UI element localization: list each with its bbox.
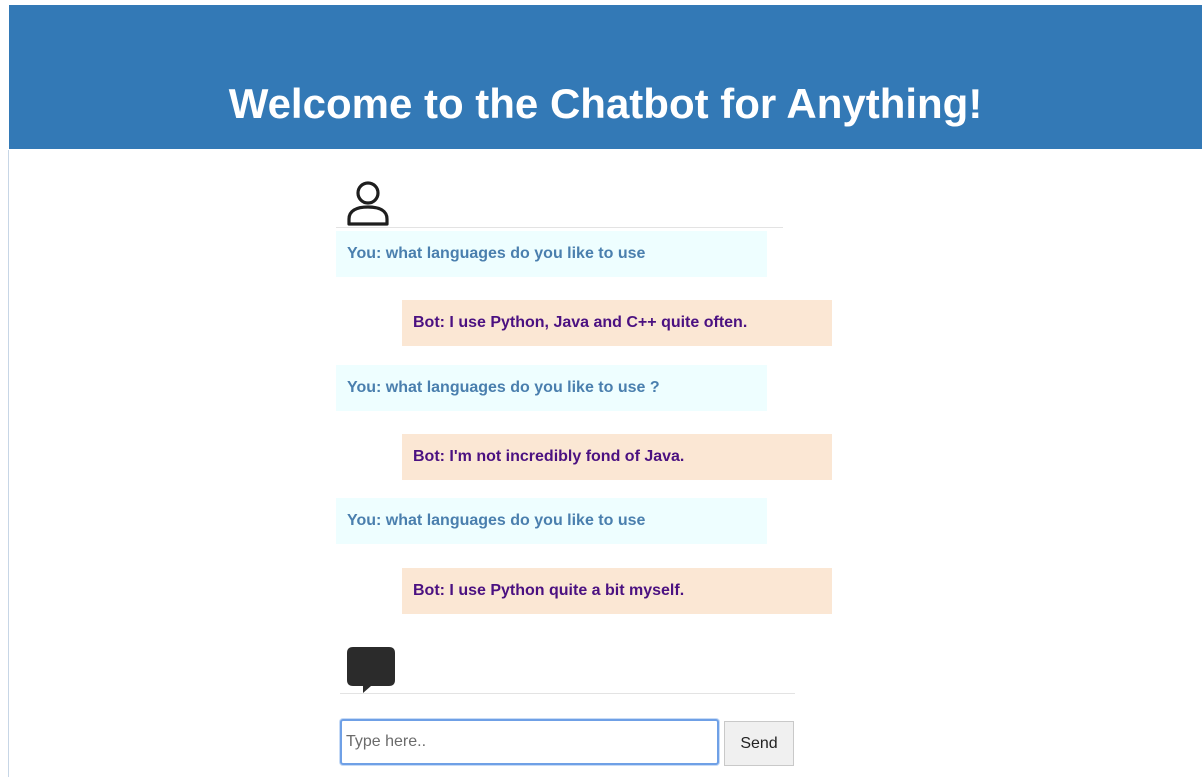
- page: Welcome to the Chatbot for Anything! You…: [0, 0, 1202, 777]
- divider-top: [336, 227, 783, 228]
- user-message: You: what languages do you like to use: [336, 231, 767, 277]
- message-text: Bot: I use Python quite a bit myself.: [413, 582, 685, 599]
- message-text: You: what languages do you like to use ?: [347, 379, 660, 396]
- message-text: Bot: I use Python, Java and C++ quite of…: [413, 314, 748, 331]
- send-button[interactable]: Send: [724, 721, 794, 766]
- message-text: You: what languages do you like to use: [347, 512, 646, 529]
- bot-message: Bot: I use Python, Java and C++ quite of…: [402, 300, 832, 346]
- speech-bubble-icon: [347, 647, 395, 693]
- user-message: You: what languages do you like to use ?: [336, 365, 767, 411]
- header-banner: Welcome to the Chatbot for Anything!: [9, 5, 1202, 149]
- page-title: Welcome to the Chatbot for Anything!: [228, 80, 983, 127]
- bot-message: Bot: I'm not incredibly fond of Java.: [402, 434, 832, 480]
- divider-bottom: [340, 693, 795, 694]
- page-left-border: [8, 150, 9, 777]
- message-text: You: what languages do you like to use: [347, 245, 646, 262]
- user-icon: [347, 181, 389, 226]
- message-text: Bot: I'm not incredibly fond of Java.: [413, 448, 685, 465]
- message-input[interactable]: [340, 719, 719, 765]
- user-message: You: what languages do you like to use: [336, 498, 767, 544]
- bot-message: Bot: I use Python quite a bit myself.: [402, 568, 832, 614]
